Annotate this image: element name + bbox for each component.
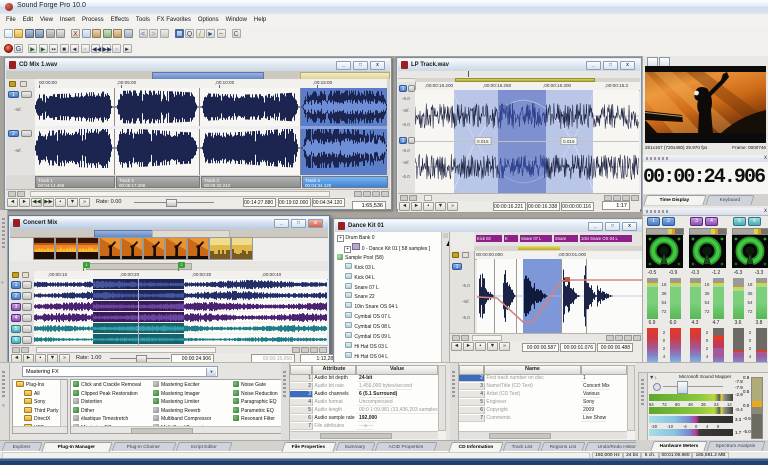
svg-text:0.015: 0.015 [477, 139, 489, 144]
svg-text:0.015: 0.015 [563, 139, 575, 144]
